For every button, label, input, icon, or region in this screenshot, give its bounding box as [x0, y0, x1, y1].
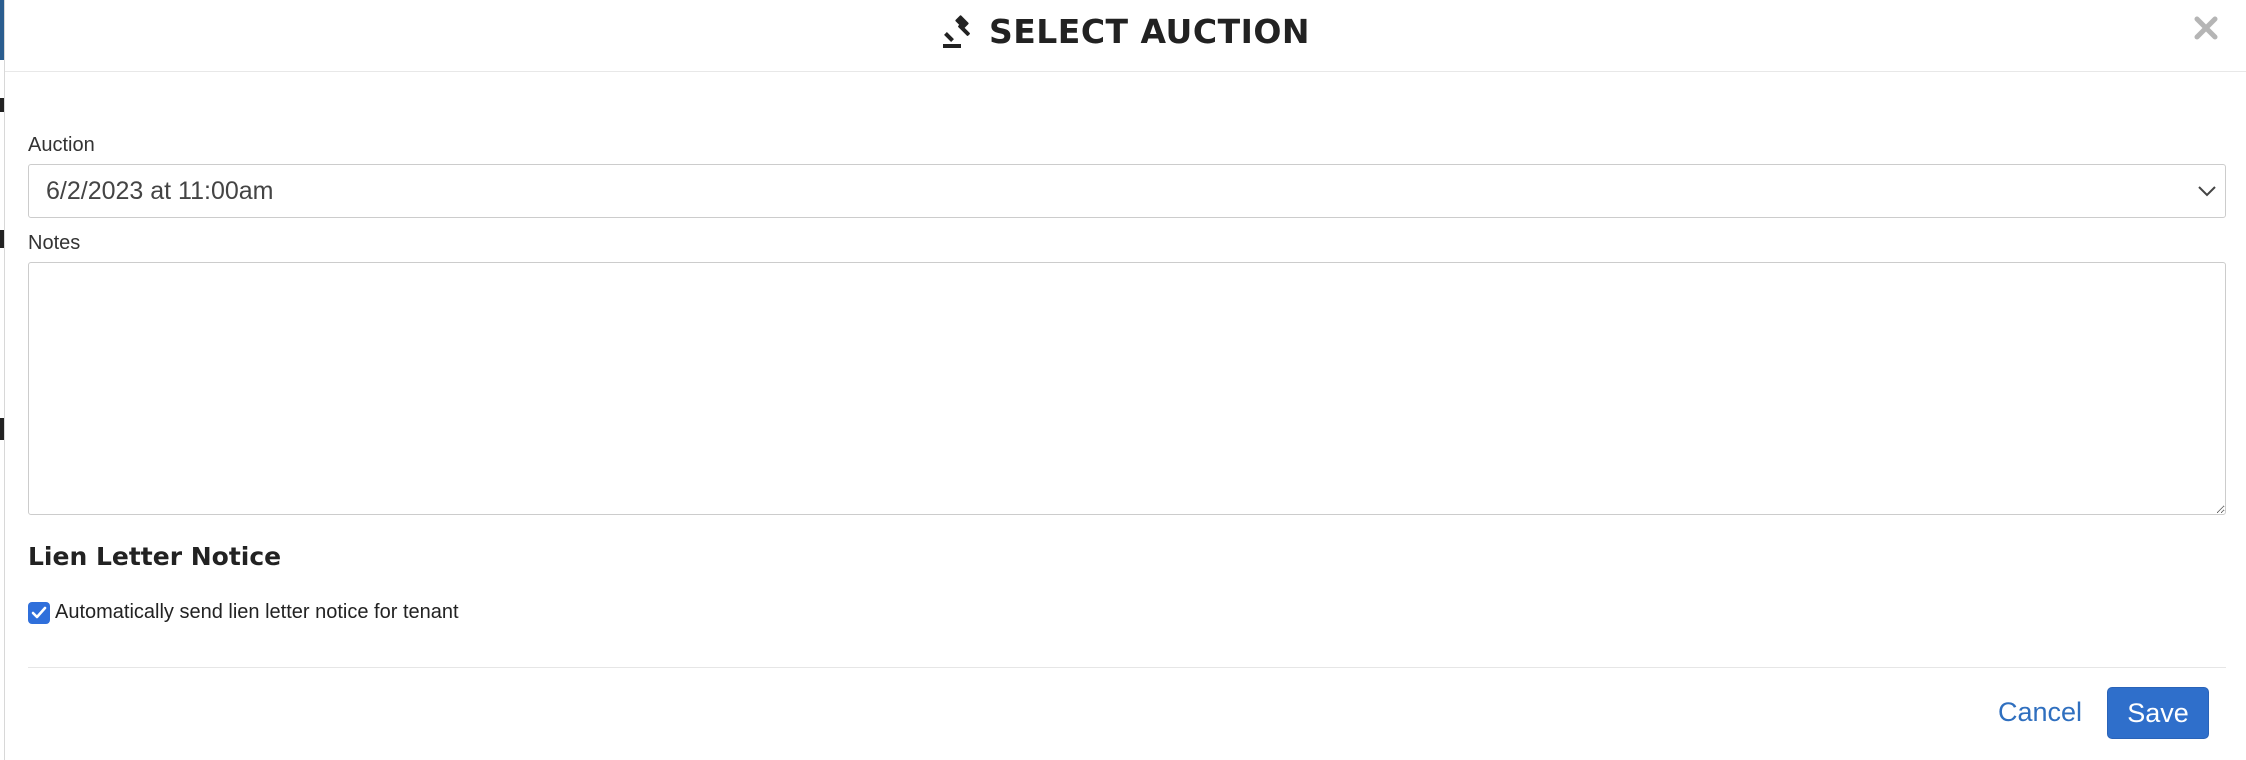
select-auction-modal: SELECT AUCTION Auction 6/2/2023 at 11:00… — [4, 0, 2246, 760]
save-button[interactable]: Save — [2107, 687, 2209, 739]
modal-title-wrap: SELECT AUCTION — [5, 12, 2246, 51]
auction-select-value: 6/2/2023 at 11:00am — [46, 177, 274, 205]
lien-letter-section-title: Lien Letter Notice — [28, 542, 282, 571]
chevron-down-icon — [2195, 179, 2219, 203]
auto-send-lien-label[interactable]: Automatically send lien letter notice fo… — [55, 601, 459, 624]
auction-label: Auction — [28, 134, 95, 156]
notes-label: Notes — [28, 232, 81, 254]
footer-divider — [28, 667, 2226, 668]
close-icon[interactable] — [2192, 14, 2220, 42]
auto-send-lien-checkbox[interactable] — [28, 601, 50, 624]
notes-textarea[interactable] — [28, 262, 2226, 515]
modal-header: SELECT AUCTION — [5, 0, 2246, 72]
auto-send-lien-row: Automatically send lien letter notice fo… — [28, 601, 459, 624]
auction-select[interactable]: 6/2/2023 at 11:00am — [28, 164, 2226, 218]
cancel-button[interactable]: Cancel — [1998, 697, 2082, 728]
checkmark-icon — [31, 606, 47, 618]
gavel-icon — [941, 14, 977, 50]
modal-title: SELECT AUCTION — [988, 12, 1311, 51]
